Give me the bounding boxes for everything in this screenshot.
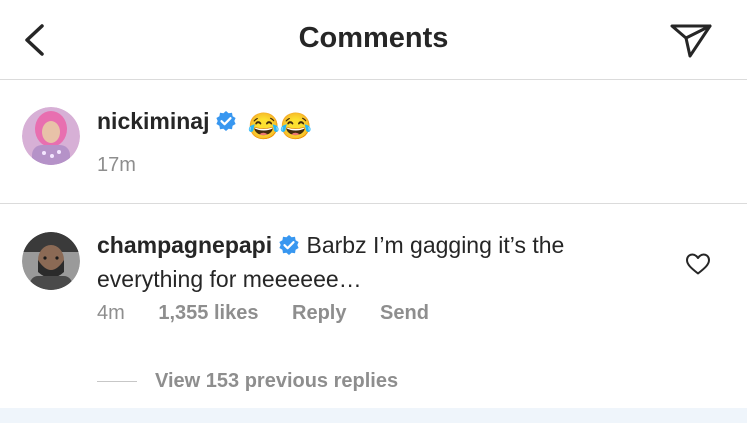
user-avatar-image: [22, 232, 80, 290]
caption-username[interactable]: nickiminaj: [97, 108, 209, 134]
view-replies-label: View 153 previous replies: [155, 370, 399, 392]
avatar[interactable]: [22, 232, 80, 290]
paper-plane-icon: [670, 24, 712, 58]
header-bar: Comments: [0, 0, 747, 80]
comment-username[interactable]: champagnepapi: [97, 232, 272, 258]
likes-count[interactable]: 1,355 likes: [158, 302, 258, 324]
avatar[interactable]: [22, 107, 80, 165]
replies-divider-line: [97, 381, 137, 383]
share-button[interactable]: [668, 20, 714, 60]
caption-post: nickiminaj 😂😂 17m: [0, 80, 747, 204]
user-avatar-image: [22, 107, 80, 165]
verified-badge-icon: [278, 233, 300, 264]
like-button[interactable]: [685, 252, 711, 276]
caption-timestamp: 17m: [97, 154, 136, 176]
send-button[interactable]: Send: [380, 302, 429, 324]
view-replies-button[interactable]: View 153 previous replies: [97, 370, 398, 393]
comment-timestamp: 4m: [97, 302, 125, 324]
page-title: Comments: [298, 22, 449, 54]
next-comment-preview: [0, 408, 747, 423]
comment-body: champagnepapi Barbz I’m gagging it’s the…: [97, 230, 657, 295]
caption-emoji-text: 😂😂: [247, 111, 313, 141]
heart-outline-icon: [686, 253, 710, 275]
reply-button[interactable]: Reply: [292, 302, 346, 324]
verified-badge-icon: [215, 110, 237, 137]
comment-actions: 4m 1,355 likes Reply Send: [97, 302, 457, 325]
